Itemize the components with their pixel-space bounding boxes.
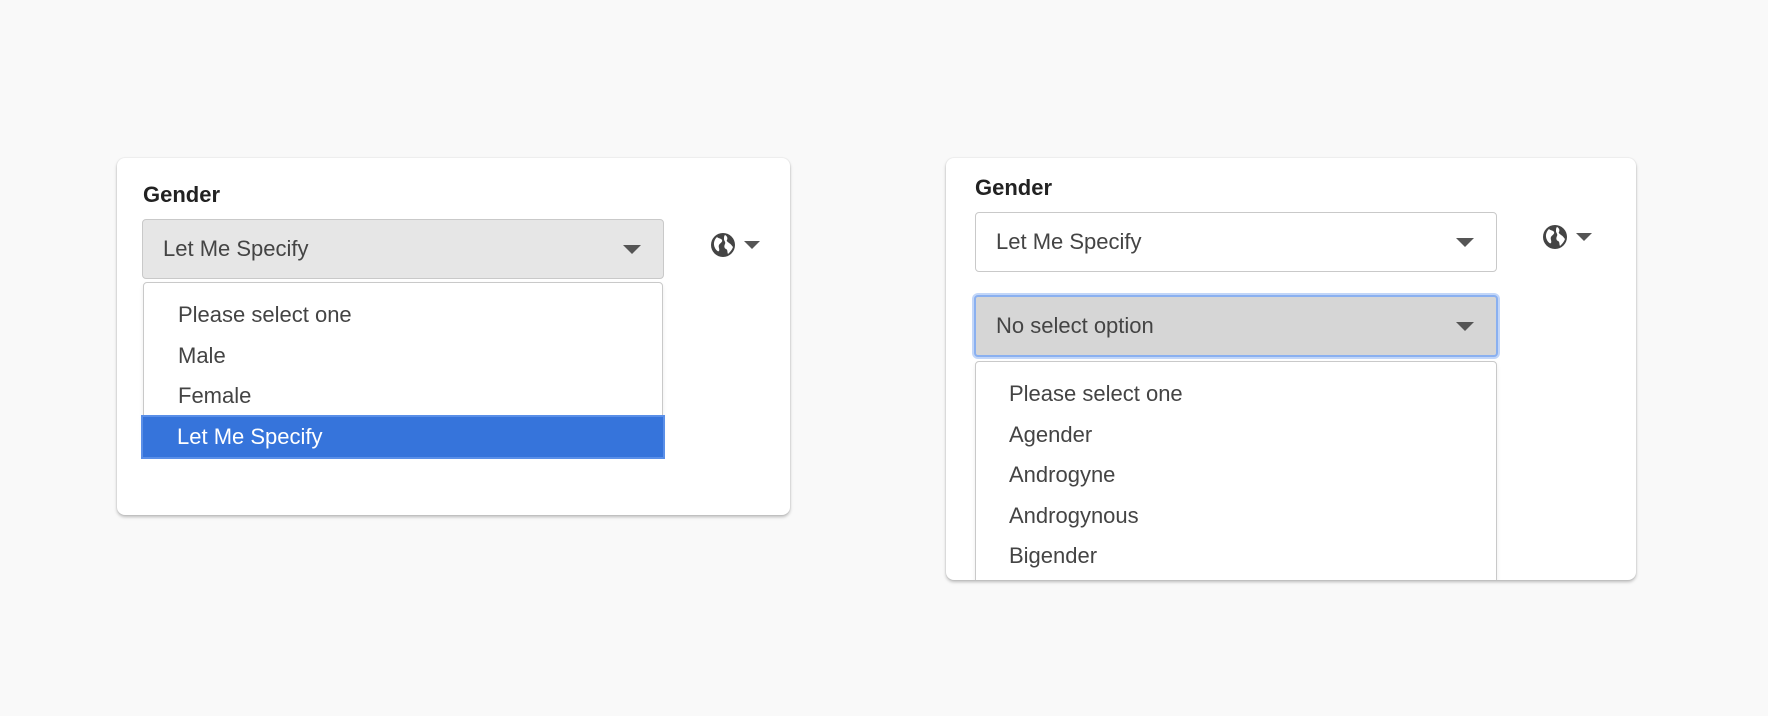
chevron-down-icon xyxy=(623,245,641,254)
option-male[interactable]: Male xyxy=(144,336,662,377)
gender-select[interactable]: Let Me Specify xyxy=(975,212,1497,272)
gender-identity-select-value: No select option xyxy=(996,313,1154,338)
gender-select[interactable]: Let Me Specify xyxy=(142,219,664,279)
chevron-down-icon xyxy=(1456,322,1474,331)
gender-label: Gender xyxy=(975,175,1053,200)
gender-select-value: Let Me Specify xyxy=(163,236,309,261)
left-gender-panel: Gender Let Me Specify Please select one … xyxy=(117,158,790,515)
option-please-select-one[interactable]: Please select one xyxy=(976,374,1496,415)
language-selector[interactable] xyxy=(1542,224,1592,250)
option-bigender[interactable]: Bigender xyxy=(976,536,1496,577)
globe-icon xyxy=(711,233,735,257)
chevron-down-icon xyxy=(1456,238,1474,247)
right-gender-panel: Gender Let Me Specify No select option P… xyxy=(946,158,1636,580)
language-selector[interactable] xyxy=(710,232,760,258)
gender-select-value: Let Me Specify xyxy=(996,229,1142,254)
globe-icon xyxy=(1543,225,1567,249)
option-female[interactable]: Female xyxy=(144,376,662,417)
option-please-select-one[interactable]: Please select one xyxy=(144,295,662,336)
chevron-down-icon xyxy=(1576,233,1592,241)
gender-identity-select[interactable]: No select option xyxy=(974,295,1498,357)
option-androgyne[interactable]: Androgyne xyxy=(976,455,1496,496)
gender-dropdown-list: Please select one Male Female Let Me Spe… xyxy=(141,282,665,459)
gender-identity-dropdown-list: Please select one Agender Androgyne Andr… xyxy=(975,361,1497,580)
option-androgynous[interactable]: Androgynous xyxy=(976,496,1496,537)
option-let-me-specify[interactable]: Let Me Specify xyxy=(141,414,665,459)
option-agender[interactable]: Agender xyxy=(976,415,1496,456)
gender-label: Gender xyxy=(143,182,221,207)
chevron-down-icon xyxy=(744,241,760,249)
